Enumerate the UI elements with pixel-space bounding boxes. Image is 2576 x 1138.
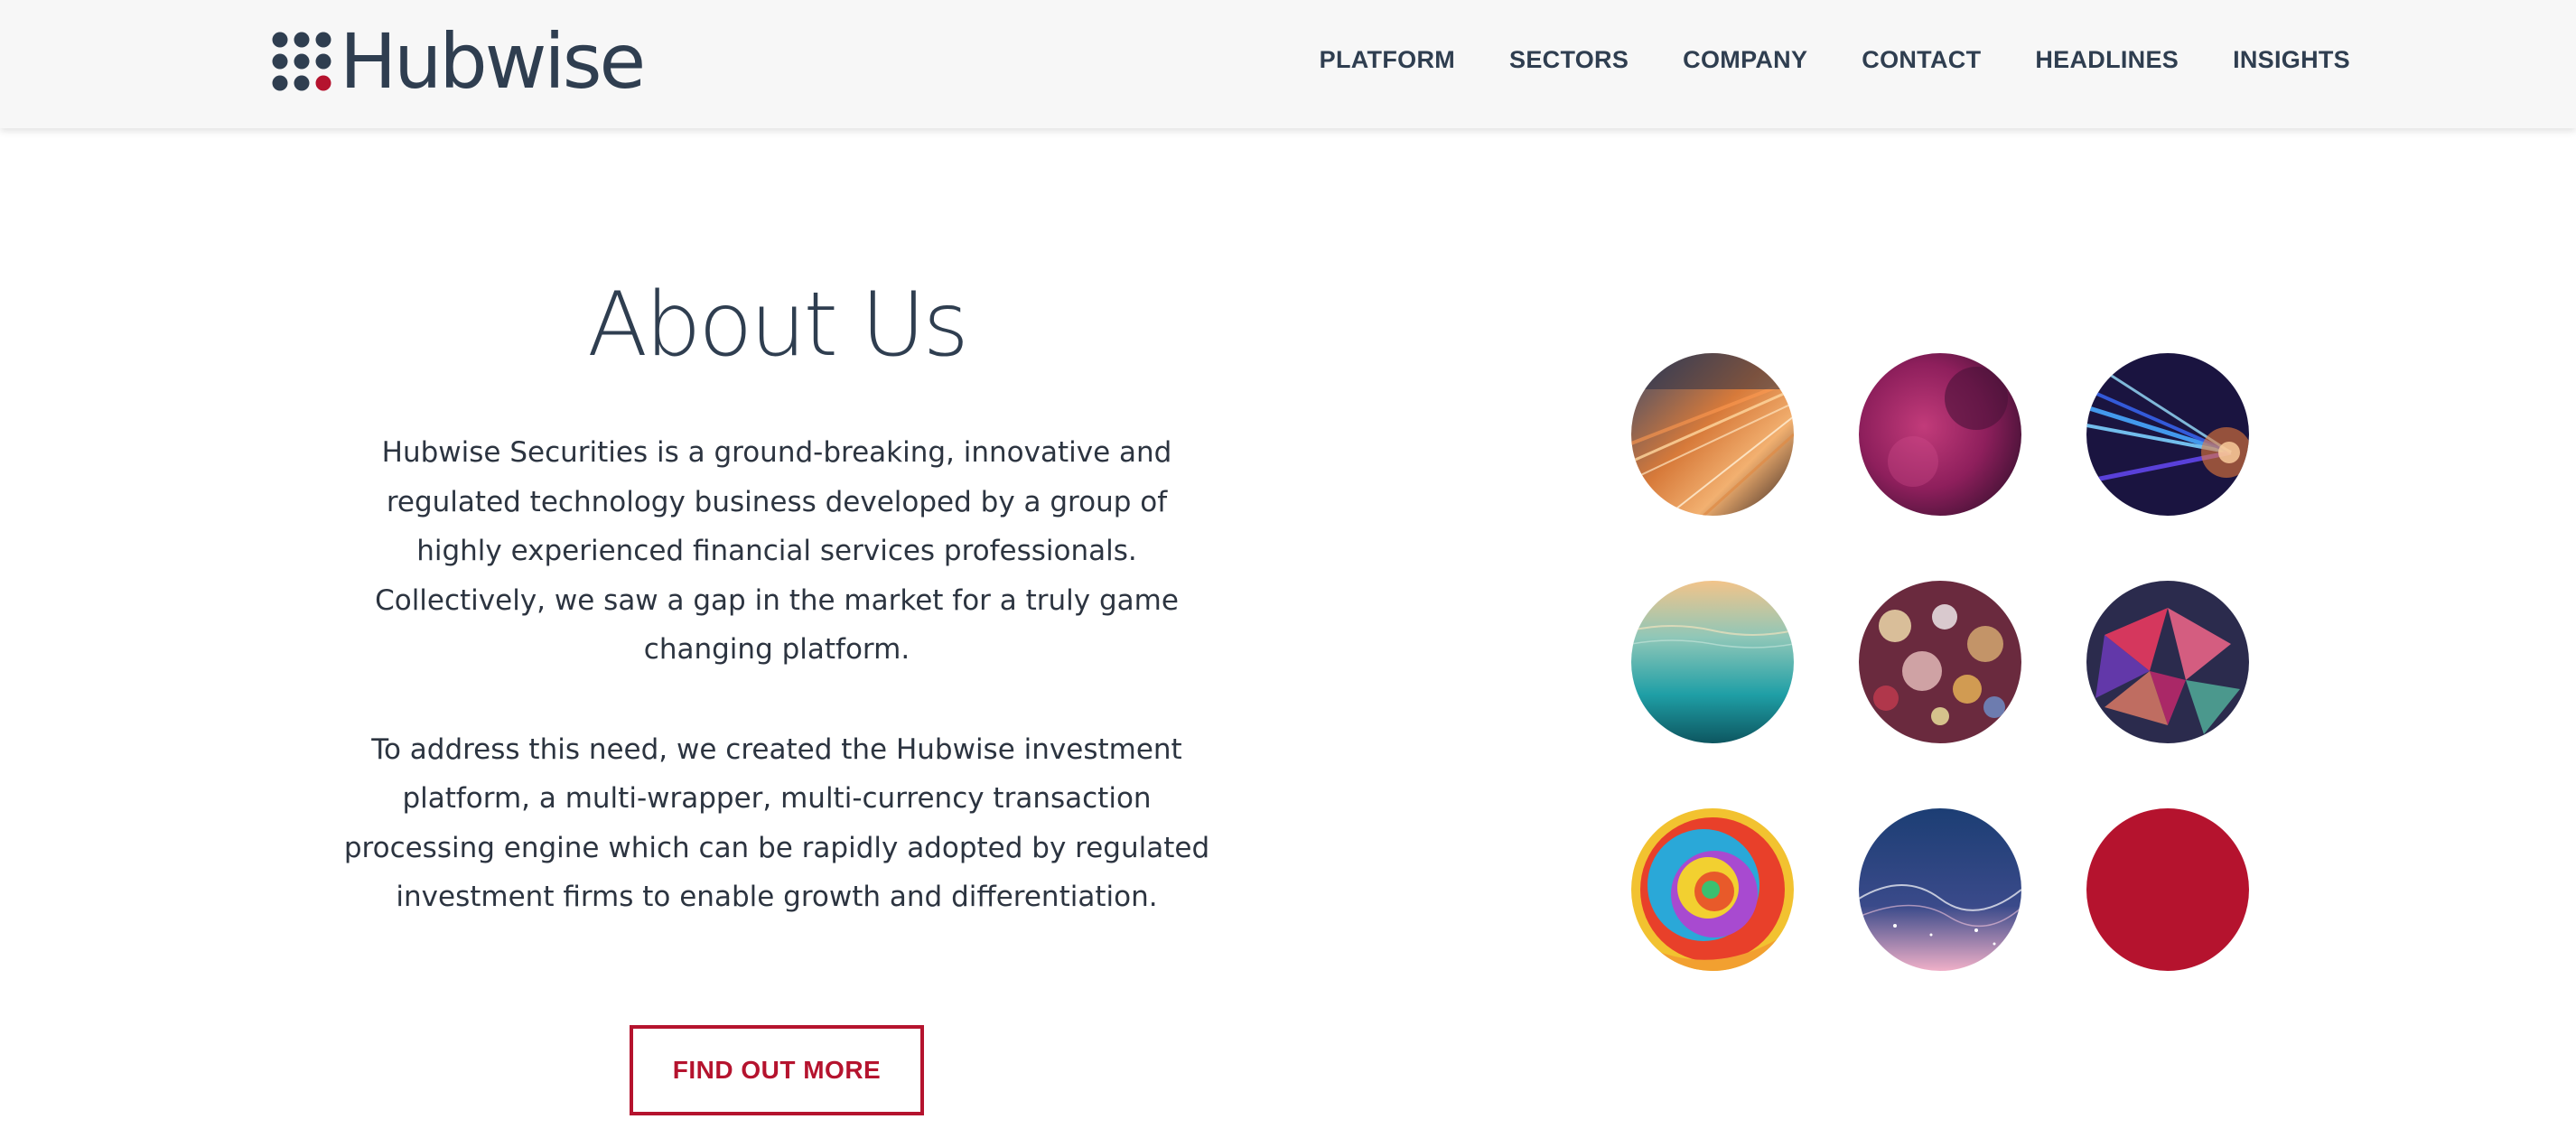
bokeh-lights-image <box>1859 581 2021 743</box>
magenta-nebula-image <box>1859 353 2021 516</box>
underwater-image <box>1631 581 1794 743</box>
particle-wave-image <box>1859 808 2021 971</box>
hubwise-logo[interactable]: Hubwise <box>271 17 646 106</box>
logo-dots-icon <box>272 32 331 91</box>
logo-wordmark: Hubwise <box>340 17 646 106</box>
image-circle-grid <box>1631 353 2249 971</box>
rainbow-rose-image <box>1631 808 1794 971</box>
about-paragraph-2: To address this need, we created the Hub… <box>343 732 1210 914</box>
light-trails-image <box>1631 353 1794 516</box>
nav-headlines[interactable]: HEADLINES <box>2035 46 2179 74</box>
nav-sectors[interactable]: SECTORS <box>1509 46 1629 74</box>
nav-insights[interactable]: INSIGHTS <box>2233 46 2350 74</box>
site-header: Hubwise PLATFORM SECTORS COMPANY CONTACT… <box>0 0 2576 128</box>
nav-contact[interactable]: CONTACT <box>1862 46 1981 74</box>
red-circle <box>2086 808 2249 971</box>
about-section: About Us Hubwise Securities is a ground-… <box>343 262 1210 1115</box>
light-tunnel-image <box>2086 353 2249 516</box>
page-title: About Us <box>587 274 969 377</box>
polygon-crystal-image <box>2086 581 2249 743</box>
find-out-more-button[interactable]: FIND OUT MORE <box>630 1024 924 1115</box>
main-nav: PLATFORM SECTORS COMPANY CONTACT HEADLIN… <box>1265 0 2350 119</box>
nav-platform[interactable]: PLATFORM <box>1320 46 1455 74</box>
nav-company[interactable]: COMPANY <box>1683 46 1807 74</box>
about-paragraph-1: Hubwise Securities is a ground-breaking,… <box>375 436 1179 666</box>
